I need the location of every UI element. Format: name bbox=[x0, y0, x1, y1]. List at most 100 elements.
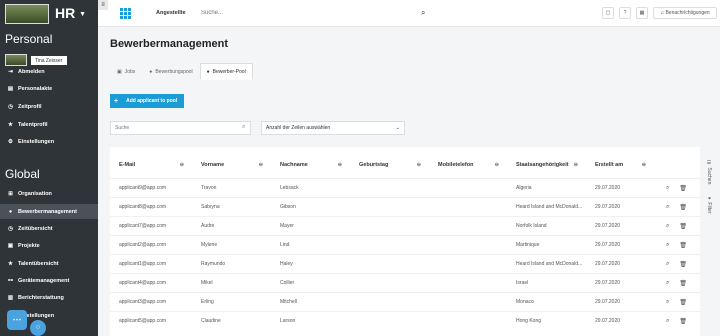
view-icon[interactable]: ⌕ bbox=[666, 185, 669, 192]
view-icon[interactable]: ⌕ bbox=[666, 204, 669, 211]
column-header-geburtstag[interactable]: Geburtstag ⊖ bbox=[350, 157, 429, 173]
view-icon[interactable]: ⌕ bbox=[666, 318, 669, 325]
row-actions: ⌕ 🗑 bbox=[654, 223, 687, 230]
sidebar: HR ▼ Personal Tina Zeisser ⇥ Abmelden ▤ Pe… bbox=[0, 0, 98, 336]
chat-button[interactable]: ⋯ bbox=[7, 310, 27, 330]
sidebar-item-projekte[interactable]: ▣ Projekte bbox=[0, 238, 98, 253]
column-header-staatsangehoerigkeit[interactable]: Staatsangehörigkeit ⊖ bbox=[507, 157, 586, 173]
sidebar-item-talentuebersicht[interactable]: ★ Talentübersicht bbox=[0, 256, 98, 271]
trash-icon[interactable]: 🗑 bbox=[679, 299, 687, 306]
clock-icon: ◷ bbox=[8, 103, 13, 110]
section-personal-title: Personal bbox=[5, 32, 53, 46]
briefcase-icon: ▣ bbox=[117, 68, 122, 75]
sidebar-item-logout[interactable]: ⇥ Abmelden bbox=[0, 64, 98, 79]
row-actions: ⌕ 🗑 bbox=[654, 318, 687, 325]
view-icon[interactable]: ⌕ bbox=[666, 280, 669, 287]
view-icon[interactable]: ⌕ bbox=[666, 242, 669, 249]
table-row[interactable]: applicant1@app.com Raymundo Haley Heard Isl… bbox=[110, 254, 700, 273]
cell-erstellt-am: 29.07.2020 bbox=[595, 242, 621, 248]
company-logo bbox=[5, 4, 49, 24]
chat-icon: ⋯ bbox=[12, 314, 22, 324]
notifications-button[interactable]: ♫ Benachrichtigungen bbox=[653, 7, 717, 19]
trash-icon[interactable]: 🗑 bbox=[679, 204, 687, 211]
table-row[interactable]: applicant3@app.com Erling Mitchell Monaco 29… bbox=[110, 292, 700, 311]
view-icon[interactable]: ⌕ bbox=[666, 223, 669, 230]
sidebar-item-personalakte[interactable]: ▤ Personalakte bbox=[0, 81, 98, 96]
cell-vorname: Mylene bbox=[201, 242, 218, 248]
table-row[interactable]: applicant8@app.com Sabryna Gibson Heard Isl… bbox=[110, 197, 700, 216]
table-row[interactable]: applicant2@app.com Mylene Lind Martinique 29… bbox=[110, 235, 700, 254]
cell-email: applicant9@app.com bbox=[119, 185, 167, 191]
row-actions: ⌕ 🗑 bbox=[654, 204, 687, 211]
row-actions: ⌕ 🗑 bbox=[654, 185, 687, 192]
bookmark-icon: ▢ bbox=[605, 10, 611, 16]
cell-vorname: Mikel bbox=[201, 280, 213, 286]
add-applicant-button[interactable]: + Add applicant to pool bbox=[110, 94, 184, 108]
sidebar-item-geraetemanagement[interactable]: ⚯ Gerätemanagement bbox=[0, 273, 98, 288]
view-icon[interactable]: ⌕ bbox=[666, 299, 669, 306]
cell-erstellt-am: 29.07.2020 bbox=[595, 223, 621, 229]
cell-erstellt-am: 29.07.2020 bbox=[595, 185, 621, 191]
user-icon: ● bbox=[206, 68, 210, 75]
table-row[interactable]: applicant4@app.com Mikel Collier Israel 29.0… bbox=[110, 273, 700, 292]
devices-icon: ⚯ bbox=[8, 277, 13, 284]
search-icon[interactable]: ⌕ bbox=[421, 8, 425, 18]
column-header-nachname[interactable]: Nachname ⊖ bbox=[271, 157, 350, 173]
menu-toggle-button[interactable]: ≡ bbox=[98, 0, 108, 10]
table-row[interactable]: applicant7@app.com Audre Mayer Norfolk Isla… bbox=[110, 216, 700, 235]
trash-icon[interactable]: 🗑 bbox=[679, 261, 687, 268]
id-card-icon: ▤ bbox=[7, 85, 14, 92]
column-header-erstellt-am[interactable]: Erstellt am ⊖ bbox=[586, 157, 654, 173]
applicants-table: E-Mail ⊖ Vorname ⊖ Nachname ⊖ Geburtstag ⊖ M… bbox=[110, 147, 700, 336]
table-row[interactable]: applicant5@app.com Claudine Larson Hong Kon… bbox=[110, 311, 700, 330]
rows-per-page-select[interactable]: Anzahl der Zeilen auswählen ⌄ bbox=[261, 121, 405, 135]
bell-icon: ♫ bbox=[660, 10, 665, 16]
trash-icon[interactable]: 🗑 bbox=[679, 185, 687, 192]
calendar-button[interactable]: ▦ bbox=[636, 7, 648, 19]
row-actions: ⌕ 🗑 bbox=[654, 242, 687, 249]
sidebar-item-talentprofil[interactable]: ★ Talentprofil bbox=[0, 117, 98, 132]
sidebar-item-zeitprofil[interactable]: ◷ Zeitprofil bbox=[0, 99, 98, 114]
cell-nachname: Gibson bbox=[280, 204, 296, 210]
clock-icon: ◷ bbox=[8, 225, 13, 232]
table-search-input[interactable] bbox=[110, 121, 251, 135]
column-header-email[interactable]: E-Mail ⊖ bbox=[110, 157, 192, 173]
trash-icon[interactable]: 🗑 bbox=[679, 280, 687, 287]
table-row[interactable]: applicant9@app.com Travon Lebsack Algeria 29… bbox=[110, 178, 700, 197]
chevron-down-icon: ⌄ bbox=[395, 125, 400, 131]
column-header-vorname[interactable]: Vorname ⊖ bbox=[192, 157, 271, 173]
tab-bewerber-pool[interactable]: ● Bewerber-Pool bbox=[199, 63, 253, 80]
sitemap-icon: ⊞ bbox=[8, 190, 13, 197]
sidebar-item-berichterstattung[interactable]: ▥ Berichterstattung bbox=[0, 290, 98, 305]
cell-nachname: Lind bbox=[280, 242, 290, 248]
logout-icon: ⇥ bbox=[8, 68, 13, 75]
tab-jobs[interactable]: ▣ Jobs bbox=[110, 63, 142, 80]
help-icon: ○ bbox=[35, 324, 41, 331]
sidebar-item-zeituebersicht[interactable]: ◷ Zeitübersicht bbox=[0, 221, 98, 236]
view-icon[interactable]: ⌕ bbox=[666, 261, 669, 268]
cell-nachname: Larson bbox=[280, 318, 296, 324]
brand-menu[interactable]: HR ▼ bbox=[55, 5, 86, 21]
help-button-top[interactable]: ? bbox=[619, 7, 631, 19]
sort-icon: ⊖ bbox=[179, 162, 184, 168]
user-icon: ● bbox=[149, 68, 153, 75]
side-tab-suchen[interactable]: ☰ Suchen bbox=[706, 160, 712, 184]
tab-bewerbungspool[interactable]: ● Bewerbungspool bbox=[142, 63, 199, 80]
row-actions: ⌕ 🗑 bbox=[654, 280, 687, 287]
side-tab-filter[interactable]: ⏷ Filter bbox=[706, 196, 712, 214]
sidebar-item-einstellungen-personal[interactable]: ⚙ Einstellungen bbox=[0, 134, 98, 149]
global-search-input[interactable] bbox=[201, 8, 431, 18]
sidebar-item-organisation[interactable]: ⊞ Organisation bbox=[0, 186, 98, 201]
help-button[interactable]: ○ bbox=[30, 320, 46, 336]
sidebar-item-bewerbermanagement[interactable]: ● Bewerbermanagement bbox=[0, 204, 98, 219]
trash-icon[interactable]: 🗑 bbox=[679, 242, 687, 249]
cell-erstellt-am: 29.07.2020 bbox=[595, 318, 621, 324]
trash-icon[interactable]: 🗑 bbox=[679, 223, 687, 230]
cell-erstellt-am: 29.07.2020 bbox=[595, 261, 621, 267]
cell-vorname: Travon bbox=[201, 185, 217, 191]
app-grid-icon[interactable] bbox=[120, 8, 131, 19]
cell-nachname: Collier bbox=[280, 280, 295, 286]
trash-icon[interactable]: 🗑 bbox=[679, 318, 687, 325]
bookmark-button[interactable]: ▢ bbox=[602, 7, 614, 19]
column-header-mobiletelefon[interactable]: Mobiletelefon ⊖ bbox=[429, 157, 507, 173]
